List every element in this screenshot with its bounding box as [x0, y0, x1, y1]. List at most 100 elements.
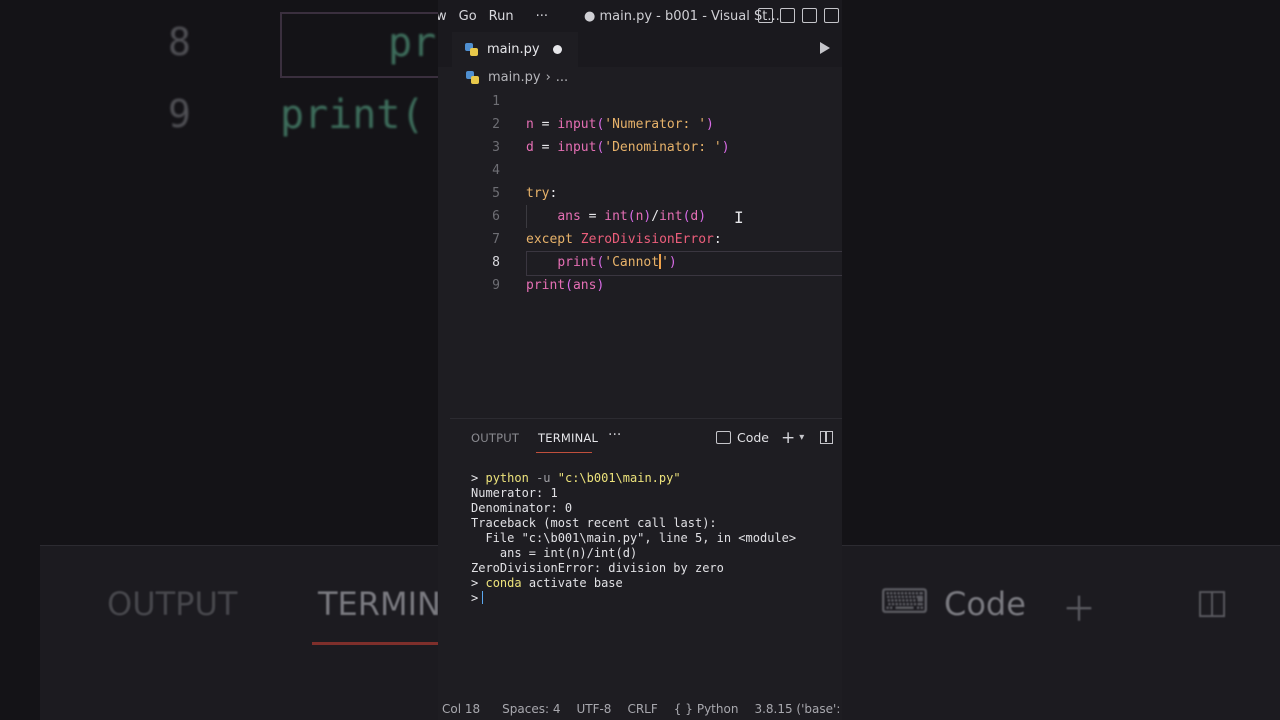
code-token: = — [533, 117, 558, 132]
line-number: 2 — [492, 117, 500, 132]
code-line[interactable]: 7 except ZeroDivisionError: — [438, 228, 842, 251]
line-number: 1 — [492, 94, 500, 109]
code-token: ans — [557, 209, 581, 224]
status-indentation[interactable]: Spaces: 4 — [502, 702, 560, 716]
status-language[interactable]: Python — [697, 702, 739, 716]
code-text: print('Cannot ') — [526, 251, 677, 274]
bottom-panel: OUTPUT TERMINAL ··· Code + ▾ > python -u… — [450, 418, 842, 696]
terminal-line: Denominator: 0 — [471, 501, 573, 515]
terminal-output[interactable]: > python -u "c:\b001\main.py" Numerator:… — [471, 471, 796, 606]
bg-tab-terminal: TERMIN — [318, 585, 441, 623]
unsaved-dot-icon[interactable] — [553, 45, 562, 54]
code-text: d = input('Denominator: ') — [526, 136, 730, 159]
toggle-panel-icon[interactable] — [780, 8, 795, 23]
customize-layout-icon[interactable] — [824, 8, 839, 23]
code-line[interactable]: 8 print('Cannot ') — [438, 251, 842, 276]
code-token: / — [651, 209, 660, 224]
code-line[interactable]: 4 — [438, 159, 842, 182]
menu-item-run[interactable]: Run — [489, 9, 514, 24]
code-line[interactable]: 6 ans = int(n)/int(d) — [438, 205, 842, 228]
terminal-line: > python -u "c:\b001\main.py" — [471, 471, 796, 486]
terminal-command: python — [485, 471, 529, 485]
code-token: ) — [668, 255, 677, 270]
new-terminal-icon[interactable]: + — [781, 429, 795, 446]
tab-main-py[interactable]: main.py — [452, 32, 578, 67]
mouse-ibeam-cursor: I — [734, 208, 744, 227]
code-token: try — [526, 186, 550, 201]
terminal-shell-label[interactable]: Code — [737, 430, 769, 445]
terminal-line: ans = int(n)/int(d) — [471, 546, 638, 560]
code-token: n — [526, 117, 534, 132]
code-token: ( — [565, 278, 573, 293]
code-token: : — [549, 186, 558, 201]
run-python-file-icon[interactable] — [820, 42, 830, 54]
toggle-secondary-sidebar-icon[interactable] — [802, 8, 817, 23]
terminal-line: Traceback (most recent call last): — [471, 516, 717, 530]
code-token: ZeroDivisionError — [580, 232, 714, 247]
panel-tab-bar: OUTPUT TERMINAL ··· Code + ▾ — [450, 419, 842, 455]
code-token: : — [713, 232, 722, 247]
menu-item-go[interactable]: Go — [459, 9, 477, 24]
terminal-flag: -u — [536, 471, 551, 485]
code-token: 'Denominator: ' — [604, 140, 722, 155]
terminal-line: File "c:\b001\main.py", line 5, in <modu… — [471, 531, 797, 545]
breadcrumb-symbol[interactable]: ... — [556, 70, 568, 85]
terminal-path: "c:\b001\main.py" — [557, 471, 681, 485]
code-token: ' — [661, 255, 669, 270]
terminal-args: activate base — [521, 576, 623, 590]
code-token: ( — [627, 209, 636, 224]
bg-code: pr — [388, 20, 437, 66]
bg-plus-icon: ＋ — [1062, 590, 1096, 630]
code-token: ) — [698, 209, 707, 224]
chevron-down-icon[interactable]: ▾ — [799, 432, 804, 443]
line-number: 6 — [492, 209, 500, 224]
split-terminal-icon[interactable] — [820, 431, 834, 444]
code-line[interactable]: 9 print(ans) — [438, 274, 842, 297]
line-number: 7 — [492, 232, 500, 247]
code-token: = — [580, 209, 605, 224]
code-token: print — [526, 278, 566, 293]
bg-tab-underline — [312, 642, 438, 645]
window-title: ● main.py - b001 - Visual St... — [584, 8, 780, 24]
terminal-input-line[interactable]: > — [471, 591, 796, 606]
toggle-sidebar-icon[interactable] — [758, 8, 773, 23]
terminal-command: conda — [485, 576, 522, 590]
terminal-cursor — [482, 591, 484, 604]
code-token: 'Numerator: ' — [604, 117, 707, 132]
code-token: input — [557, 117, 597, 132]
breadcrumb-separator: › — [545, 70, 551, 85]
terminal-prompt: > — [471, 591, 479, 605]
breadcrumb-file[interactable]: main.py — [488, 70, 541, 85]
bg-code: print( — [280, 92, 425, 138]
code-line[interactable]: 2 n = input('Numerator: ') — [438, 113, 842, 136]
bg-shell-label: Code — [944, 585, 1026, 623]
bg-line-number: 8 — [168, 20, 191, 64]
code-token: ) — [706, 117, 714, 132]
terminal-line: ZeroDivisionError: division by zero — [471, 561, 724, 575]
breadcrumb: main.py › ... — [466, 70, 568, 85]
tab-output[interactable]: OUTPUT — [471, 431, 519, 445]
code-line[interactable]: 1 — [438, 90, 842, 113]
status-interpreter[interactable]: 3.8.15 ('base': conda) — [754, 702, 842, 716]
code-line[interactable]: 3 d = input('Denominator: ') — [438, 136, 842, 159]
status-encoding[interactable]: UTF-8 — [576, 702, 611, 716]
menu-more-button[interactable]: ··· — [536, 9, 548, 24]
status-cursor-position[interactable]: Col 18 — [442, 702, 480, 716]
panel-more-button[interactable]: ··· — [608, 427, 621, 443]
status-eol[interactable]: CRLF — [627, 702, 657, 716]
status-bar: Col 18 Spaces: 4 UTF-8 CRLF { } Python 3… — [438, 697, 842, 720]
active-tab-indicator — [536, 452, 592, 453]
code-line[interactable]: 5 try: — [438, 182, 842, 205]
tab-terminal[interactable]: TERMINAL — [538, 431, 598, 445]
vscode-window: w Go Run ··· ● main.py - b001 - Visual S… — [438, 0, 842, 720]
terminal-prompt: > — [471, 576, 479, 590]
menu-item-window[interactable]: w — [438, 9, 447, 24]
line-number: 3 — [492, 140, 500, 155]
code-token: d — [526, 140, 534, 155]
language-braces-icon: { } — [673, 701, 693, 716]
line-number: 8 — [492, 255, 500, 270]
code-text: try: — [526, 182, 557, 205]
